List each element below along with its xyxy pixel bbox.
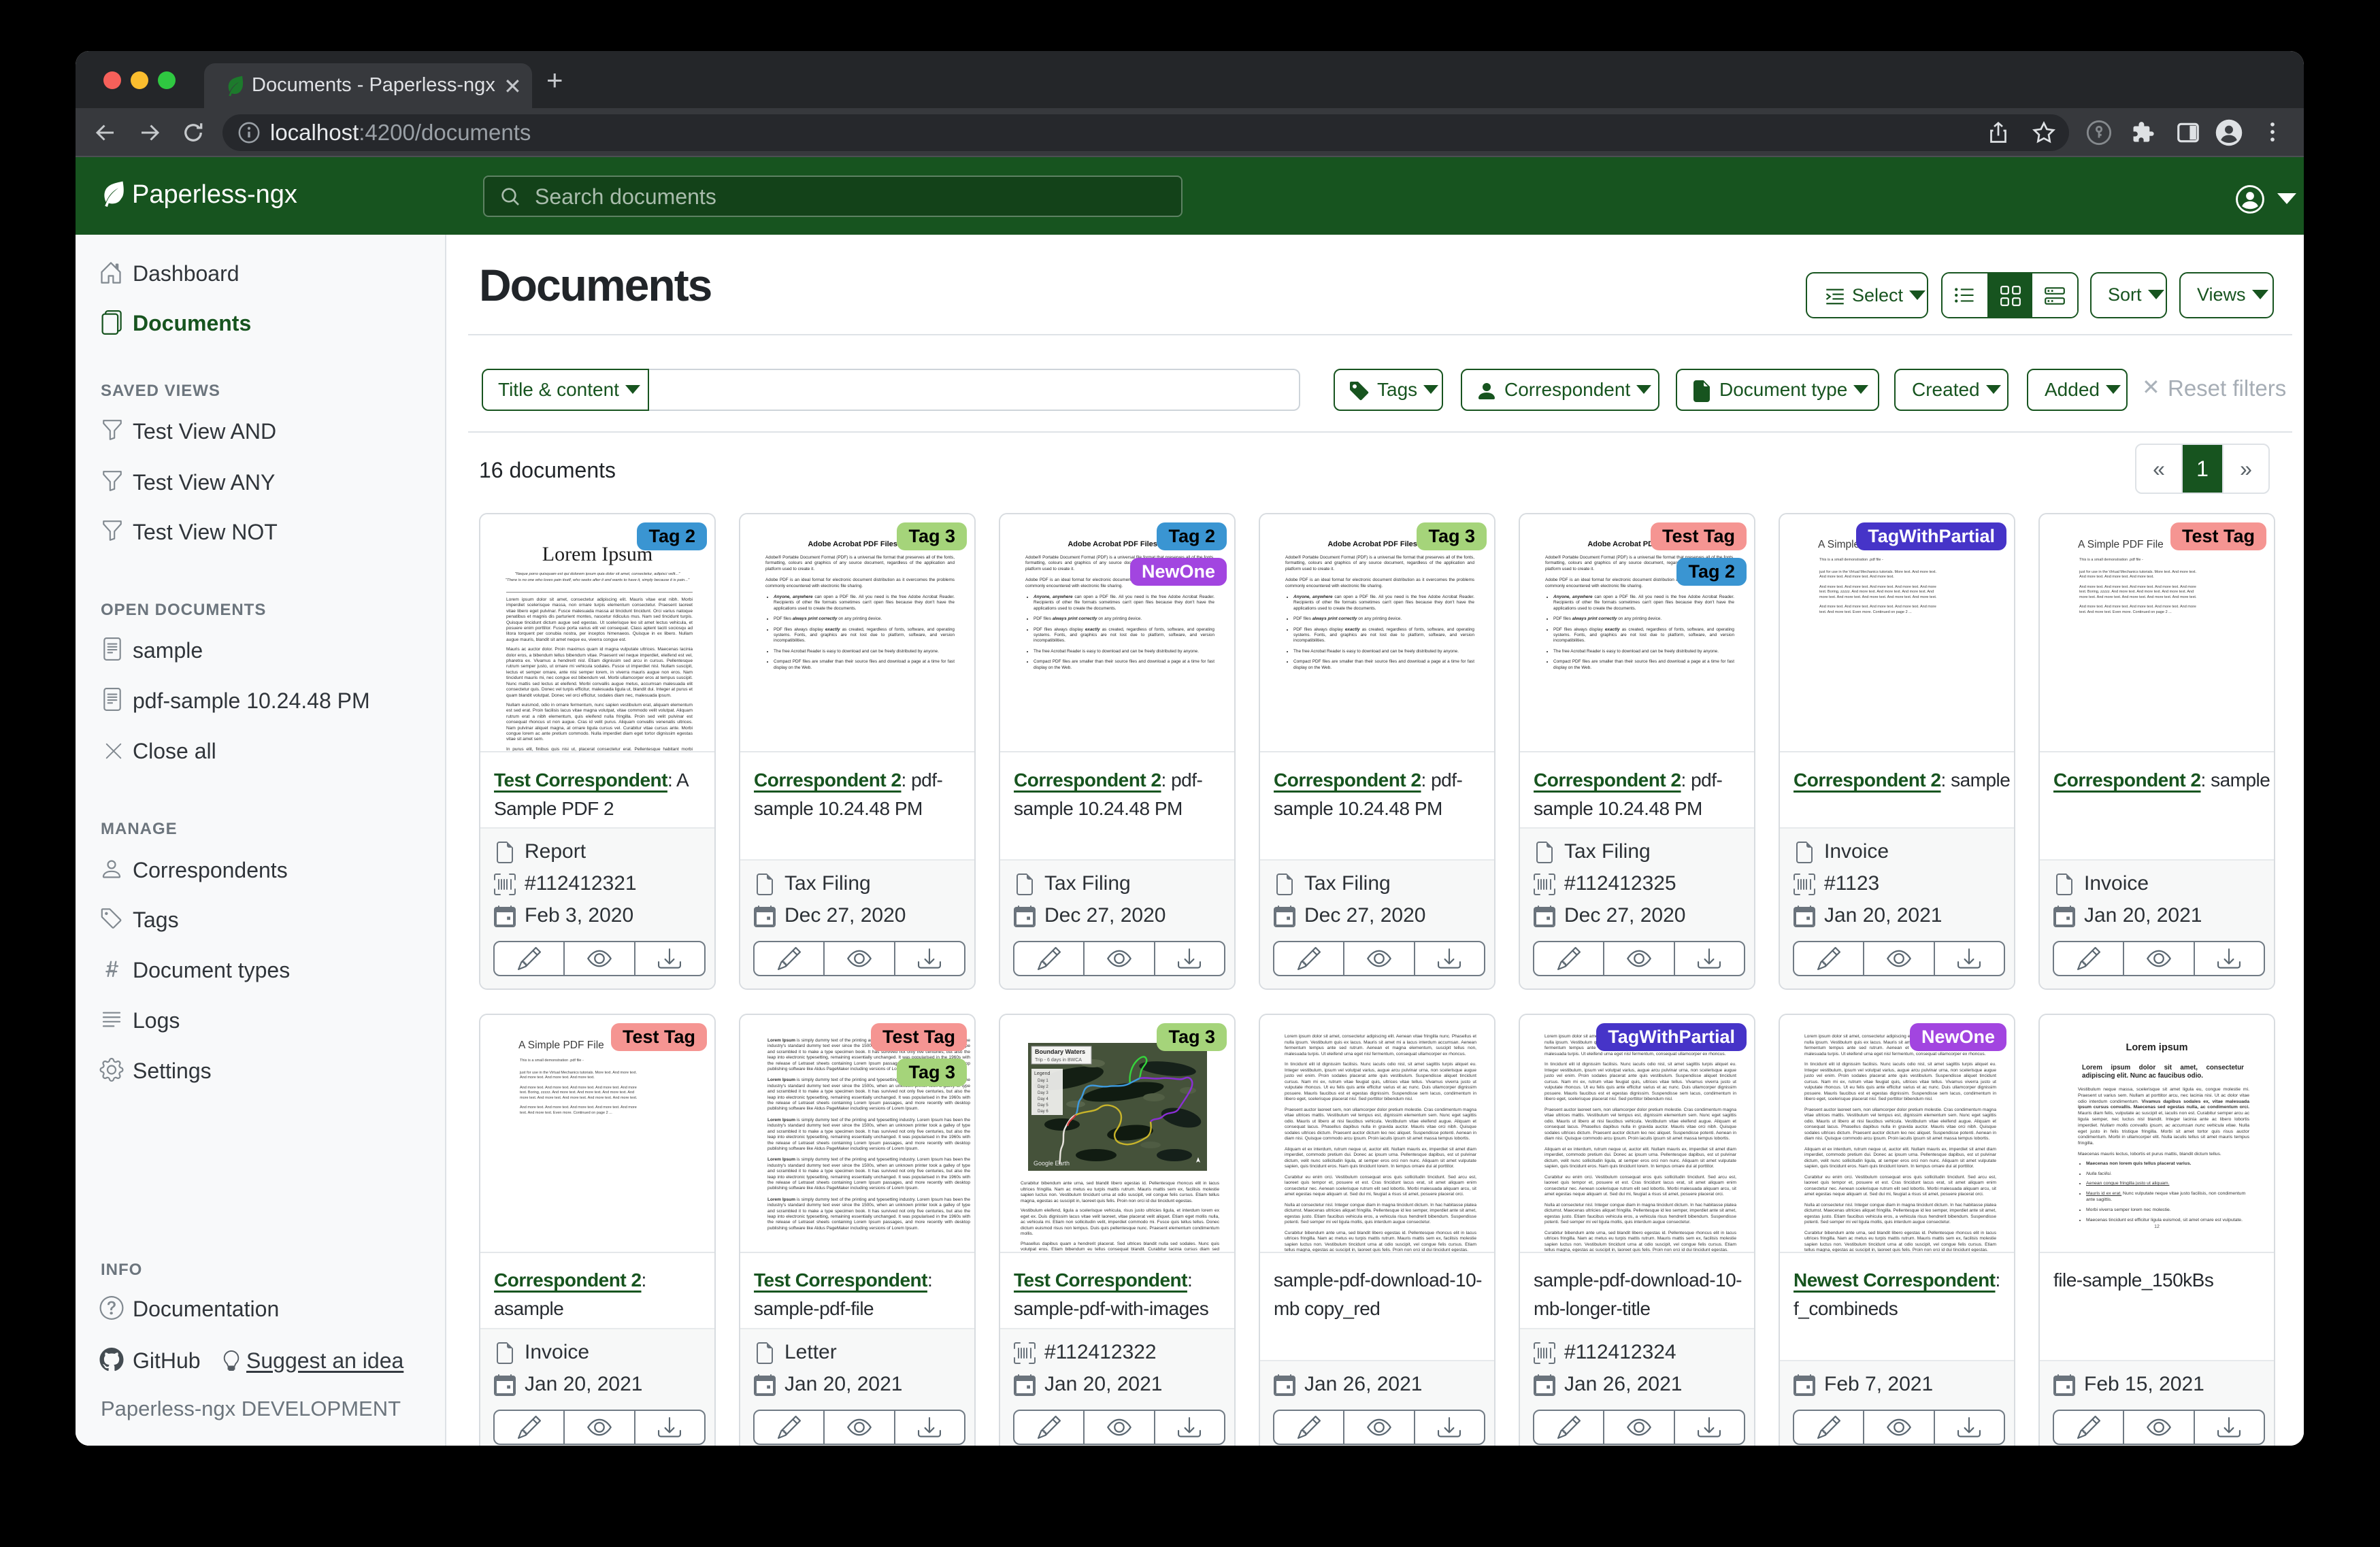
svg-text:Day 1: Day 1 — [1038, 1079, 1048, 1083]
svg-text:Google Earth: Google Earth — [1034, 1160, 1070, 1167]
svg-text:Day 5: Day 5 — [1038, 1103, 1048, 1108]
svg-text:Day 3: Day 3 — [1038, 1091, 1048, 1095]
svg-text:Day 2: Day 2 — [1038, 1085, 1048, 1089]
svg-text:Legend: Legend — [1034, 1071, 1050, 1076]
svg-text:Day 6: Day 6 — [1038, 1110, 1048, 1114]
svg-text:Boundary Waters: Boundary Waters — [1035, 1048, 1085, 1055]
svg-text:Day 4: Day 4 — [1038, 1097, 1048, 1101]
svg-text:Trip - 6 days in BWCA: Trip - 6 days in BWCA — [1035, 1058, 1082, 1063]
